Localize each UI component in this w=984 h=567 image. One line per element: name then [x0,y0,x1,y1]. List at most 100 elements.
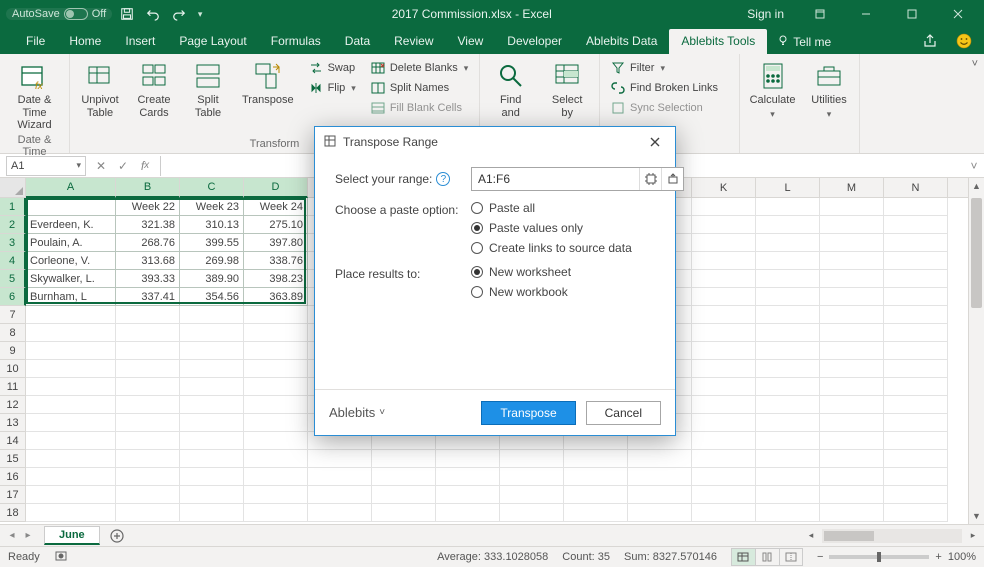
flip-button[interactable]: Flip▾ [304,78,360,98]
cell[interactable] [756,324,820,342]
cell[interactable] [692,360,756,378]
cell[interactable] [756,360,820,378]
collapse-ribbon-icon[interactable]: ˅ [972,58,978,70]
cell[interactable] [372,504,436,522]
insert-function-icon[interactable]: fx [134,156,156,176]
sign-in-link[interactable]: Sign in [737,7,794,21]
tab-data[interactable]: Data [333,29,382,54]
qat-customize-icon[interactable]: ▾ [194,3,206,25]
tab-page-layout[interactable]: Page Layout [167,29,258,54]
row-header[interactable]: 11 [0,378,26,396]
column-header[interactable]: L [756,178,820,197]
cell[interactable] [756,414,820,432]
cell[interactable] [884,270,948,288]
cell[interactable] [756,432,820,450]
row-header[interactable]: 5 [0,270,26,288]
column-header[interactable]: N [884,178,948,197]
cell[interactable] [26,504,116,522]
cell[interactable] [116,360,180,378]
help-icon[interactable]: ? [436,172,450,186]
row-header[interactable]: 13 [0,414,26,432]
cell[interactable] [500,504,564,522]
cell[interactable] [500,468,564,486]
cell[interactable] [884,252,948,270]
view-page-layout-icon[interactable] [755,548,779,566]
cell[interactable] [180,378,244,396]
cell[interactable] [692,378,756,396]
paste-option[interactable]: Paste all [471,201,684,215]
scroll-up-icon[interactable]: ▲ [969,178,984,194]
cell[interactable]: 393.33 [116,270,180,288]
cell[interactable] [628,450,692,468]
column-header[interactable]: C [180,178,244,198]
sheet-tab-active[interactable]: June [44,526,100,545]
cell[interactable] [884,216,948,234]
tab-ablebits-data[interactable]: Ablebits Data [574,29,669,54]
cell[interactable] [244,432,308,450]
cell[interactable] [756,378,820,396]
cell[interactable] [244,324,308,342]
cell[interactable] [244,378,308,396]
cell[interactable] [756,234,820,252]
cell[interactable] [820,234,884,252]
swap-button[interactable]: Swap [304,58,360,78]
cell[interactable] [180,396,244,414]
cell[interactable] [820,324,884,342]
cell[interactable] [180,360,244,378]
row-header[interactable]: 9 [0,342,26,360]
create-cards-button[interactable]: Create Cards [130,58,178,121]
sheet-nav-prev-icon[interactable]: ◂ [4,526,20,546]
cell[interactable] [116,324,180,342]
split-table-button[interactable]: Split Table [184,58,232,121]
cell[interactable] [116,504,180,522]
column-header[interactable]: D [244,178,308,198]
cell[interactable] [884,432,948,450]
cell[interactable] [500,486,564,504]
row-header[interactable]: 12 [0,396,26,414]
vertical-scrollbar[interactable]: ▲ ▼ [968,178,984,524]
cell[interactable] [116,432,180,450]
cell[interactable]: 389.90 [180,270,244,288]
cell[interactable] [244,360,308,378]
cell[interactable] [884,324,948,342]
cell[interactable]: 398.23 [244,270,308,288]
cell[interactable]: 363.89 [244,288,308,306]
cell[interactable] [372,468,436,486]
row-header[interactable]: 4 [0,252,26,270]
expand-formula-bar-icon[interactable]: ˅ [964,159,984,173]
sheet-nav-next-icon[interactable]: ▸ [20,526,36,546]
cell[interactable] [26,378,116,396]
cell[interactable] [756,252,820,270]
minimize-button[interactable] [846,0,886,28]
sync-selection-button[interactable]: Sync Selection [606,98,722,118]
cell[interactable]: 269.98 [180,252,244,270]
cell[interactable] [116,486,180,504]
cell[interactable] [116,396,180,414]
zoom-slider[interactable] [829,555,929,559]
cell[interactable]: Week 24 [244,198,308,216]
view-normal-icon[interactable] [731,548,755,566]
cell[interactable] [756,198,820,216]
cancel-button[interactable]: Cancel [586,401,661,425]
cell[interactable] [884,360,948,378]
tab-review[interactable]: Review [382,29,445,54]
cell[interactable]: Week 23 [180,198,244,216]
cell[interactable] [692,342,756,360]
cell[interactable] [756,270,820,288]
cell[interactable] [692,450,756,468]
cell[interactable] [26,396,116,414]
name-box[interactable]: A1 ▾ [6,156,86,176]
tab-insert[interactable]: Insert [113,29,167,54]
cell[interactable] [820,306,884,324]
cell[interactable] [884,468,948,486]
cell[interactable] [244,504,308,522]
autosave-toggle[interactable]: AutoSave Off [6,8,112,20]
expand-range-icon[interactable] [661,168,683,190]
cell[interactable] [26,414,116,432]
place-option[interactable]: New worksheet [471,265,684,279]
row-header[interactable]: 16 [0,468,26,486]
cell[interactable] [244,450,308,468]
share-icon[interactable] [916,29,944,53]
cell[interactable] [26,486,116,504]
cell[interactable] [436,486,500,504]
